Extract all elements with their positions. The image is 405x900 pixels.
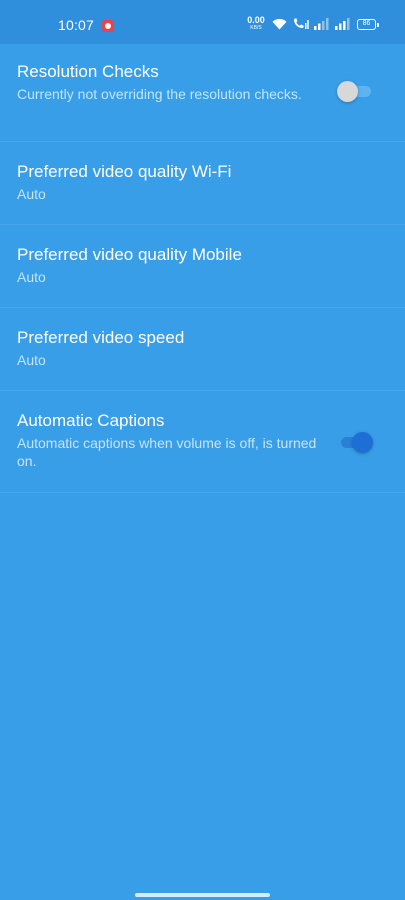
setting-value: Auto <box>17 352 46 368</box>
setting-value: Auto <box>17 269 46 285</box>
setting-resolution-checks[interactable]: Resolution Checks Currently not overridi… <box>0 44 405 142</box>
toggle-thumb <box>337 81 358 102</box>
home-indicator[interactable] <box>135 893 270 897</box>
setting-title: Automatic Captions <box>17 411 165 430</box>
network-speed-unit: KB/S <box>250 25 262 31</box>
network-speed-value: 0.00 <box>247 15 265 25</box>
screen-record-icon <box>102 20 114 32</box>
network-speed: 0.00 KB/S <box>244 16 268 31</box>
setting-title: Preferred video quality Wi-Fi <box>17 162 232 181</box>
settings-list: Resolution Checks Currently not overridi… <box>0 44 405 493</box>
setting-value: Auto <box>17 186 46 202</box>
setting-subtitle: Currently not overriding the resolution … <box>17 86 302 102</box>
setting-subtitle: Automatic captions when volume is off, i… <box>17 435 317 469</box>
volte-call-icon <box>294 18 309 29</box>
resolution-checks-toggle[interactable] <box>337 81 373 102</box>
setting-title: Preferred video quality Mobile <box>17 245 242 264</box>
setting-title: Preferred video speed <box>17 328 185 347</box>
status-bar: 10:07 0.00 KB/S 86 <box>0 0 405 44</box>
setting-quality-mobile[interactable]: Preferred video quality Mobile Auto <box>0 225 405 308</box>
signal-icon <box>335 18 350 30</box>
automatic-captions-toggle[interactable] <box>337 432 373 453</box>
battery-icon: 86 <box>357 19 379 30</box>
setting-automatic-captions[interactable]: Automatic Captions Automatic captions wh… <box>0 391 405 493</box>
wifi-icon <box>272 18 287 30</box>
setting-video-speed[interactable]: Preferred video speed Auto <box>0 308 405 391</box>
signal-icon <box>314 18 329 30</box>
toggle-thumb <box>352 432 373 453</box>
setting-quality-wifi[interactable]: Preferred video quality Wi-Fi Auto <box>0 142 405 225</box>
status-time: 10:07 <box>58 17 95 33</box>
setting-title: Resolution Checks <box>17 62 159 81</box>
